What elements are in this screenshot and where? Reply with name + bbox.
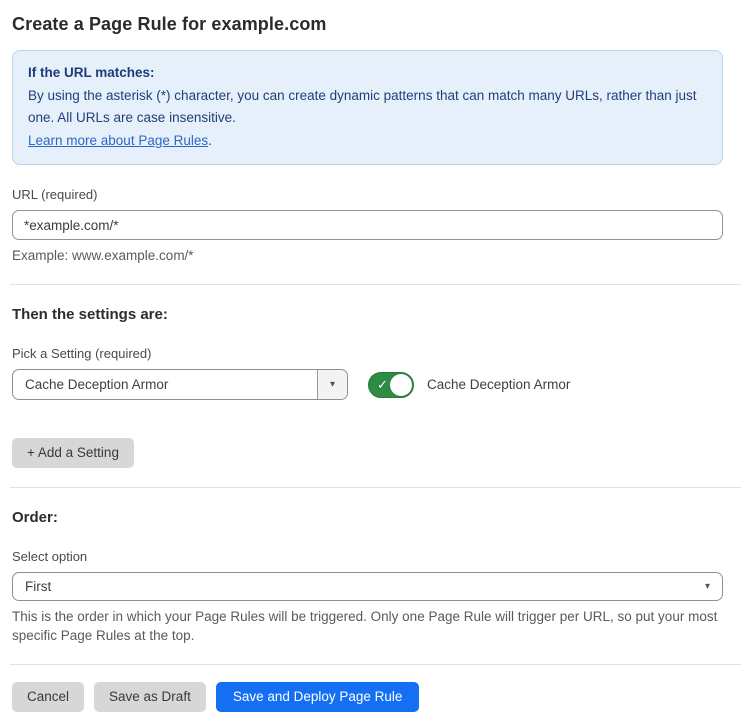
create-page-rule-panel: Create a Page Rule for example.com If th… (0, 0, 750, 728)
url-input[interactable] (12, 210, 723, 240)
cancel-button[interactable]: Cancel (12, 682, 84, 712)
link-suffix-period: . (208, 133, 212, 148)
add-setting-button[interactable]: + Add a Setting (12, 438, 134, 468)
pick-setting-label: Pick a Setting (required) (12, 346, 723, 361)
chevron-down-icon: ▾ (330, 380, 335, 390)
section-divider (10, 664, 741, 665)
setting-select-arrow-button[interactable]: ▾ (317, 370, 347, 399)
order-select-label: Select option (12, 549, 723, 564)
url-example-helper: Example: www.example.com/* (12, 247, 723, 265)
url-match-info-box: If the URL matches: By using the asteris… (12, 50, 723, 165)
order-select-value: First (13, 579, 51, 594)
page-title: Create a Page Rule for example.com (12, 12, 723, 36)
section-divider (10, 284, 741, 285)
info-box-link-line: Learn more about Page Rules. (28, 130, 707, 152)
info-box-body: By using the asterisk (*) character, you… (28, 85, 707, 129)
save-deploy-button[interactable]: Save and Deploy Page Rule (216, 682, 420, 712)
info-box-heading: If the URL matches: (28, 62, 707, 84)
chevron-down-icon: ▾ (705, 582, 710, 592)
url-label: URL (required) (12, 187, 723, 202)
learn-more-link[interactable]: Learn more about Page Rules (28, 133, 208, 148)
settings-section-heading: Then the settings are: (12, 306, 723, 324)
setting-select-value: Cache Deception Armor (13, 377, 168, 392)
setting-select[interactable]: Cache Deception Armor ▾ (12, 369, 348, 400)
order-select[interactable]: First ▾ (12, 572, 723, 601)
footer-button-row: Cancel Save as Draft Save and Deploy Pag… (12, 682, 723, 712)
order-helper-text: This is the order in which your Page Rul… (12, 607, 723, 645)
save-draft-button[interactable]: Save as Draft (94, 682, 206, 712)
check-icon: ✓ (377, 378, 388, 391)
toggle-knob (390, 374, 412, 396)
setting-toggle-label: Cache Deception Armor (427, 377, 570, 392)
setting-row: Cache Deception Armor ▾ ✓ Cache Deceptio… (12, 369, 723, 400)
section-divider (10, 487, 741, 488)
setting-toggle[interactable]: ✓ (368, 372, 414, 398)
order-section-heading: Order: (12, 509, 723, 527)
